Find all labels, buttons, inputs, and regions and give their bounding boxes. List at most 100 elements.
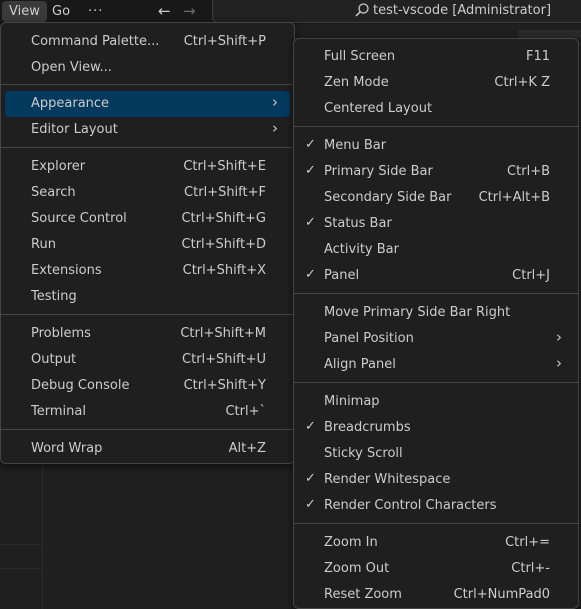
menu-item-label: Debug Console bbox=[31, 378, 130, 393]
keybinding-label: Ctrl+Shift+P bbox=[183, 34, 266, 49]
menu-item-zoom-in[interactable]: Zoom In Ctrl+= bbox=[298, 530, 574, 556]
menu-item-zen-mode[interactable]: Zen Mode Ctrl+K Z bbox=[298, 70, 574, 96]
menu-item-move-primary-side-bar-right[interactable]: Move Primary Side Bar Right bbox=[298, 300, 574, 326]
divider bbox=[0, 544, 42, 545]
menu-item-label: Output bbox=[31, 352, 77, 367]
menu-separator bbox=[1, 84, 294, 85]
menu-item-label: Render Control Characters bbox=[324, 498, 497, 513]
menu-item-panel[interactable]: ✓ Panel Ctrl+J bbox=[298, 263, 574, 289]
menu-item-align-panel[interactable]: Align Panel › bbox=[298, 352, 574, 378]
checkmark-icon: ✓ bbox=[305, 419, 316, 434]
menu-item-label: Status Bar bbox=[324, 216, 392, 231]
menu-item-render-control-characters[interactable]: ✓ Render Control Characters bbox=[298, 493, 574, 519]
menu-item-label: Minimap bbox=[324, 394, 380, 409]
menu-item-label: Problems bbox=[31, 326, 91, 341]
menu-item-label: Zoom In bbox=[324, 535, 378, 550]
menu-item-menu-bar[interactable]: ✓ Menu Bar bbox=[298, 133, 574, 159]
menu-separator bbox=[294, 382, 578, 383]
back-arrow-icon[interactable]: ← bbox=[158, 2, 171, 20]
menu-item-word-wrap[interactable]: Word Wrap Alt+Z bbox=[5, 436, 290, 462]
chevron-right-icon: › bbox=[272, 93, 278, 111]
divider bbox=[0, 568, 42, 569]
menu-item-label: Render Whitespace bbox=[324, 472, 451, 487]
keybinding-label: Ctrl+Shift+U bbox=[182, 352, 266, 367]
keybinding-label: Ctrl+- bbox=[511, 561, 550, 576]
menu-item-label: Search bbox=[31, 185, 76, 200]
menu-item-label: Activity Bar bbox=[324, 242, 399, 257]
menu-item-open-view[interactable]: Open View... bbox=[5, 55, 290, 81]
menu-item-run[interactable]: Run Ctrl+Shift+D bbox=[5, 232, 290, 258]
keybinding-label: Ctrl+Shift+E bbox=[183, 159, 266, 174]
menu-item-activity-bar[interactable]: Activity Bar bbox=[298, 237, 574, 263]
command-center-search[interactable]: test-vscode [Administrator] bbox=[212, 0, 581, 23]
menu-item-minimap[interactable]: Minimap bbox=[298, 389, 574, 415]
menu-item-label: Command Palette... bbox=[31, 34, 160, 49]
menu-item-label: Menu Bar bbox=[324, 138, 387, 153]
checkmark-icon: ✓ bbox=[305, 497, 316, 512]
keybinding-label: Alt+Z bbox=[228, 441, 266, 456]
keybinding-label: Ctrl+Shift+X bbox=[182, 263, 266, 278]
menu-item-primary-side-bar[interactable]: ✓ Primary Side Bar Ctrl+B bbox=[298, 159, 574, 185]
keybinding-label: Ctrl+Shift+G bbox=[181, 211, 266, 226]
checkmark-icon: ✓ bbox=[305, 137, 316, 152]
appearance-submenu: Full Screen F11 Zen Mode Ctrl+K Z Centered L… bbox=[293, 38, 579, 609]
sidebar-panel bbox=[0, 460, 43, 609]
keybinding-label: Ctrl+J bbox=[512, 268, 550, 283]
chevron-right-icon: › bbox=[556, 354, 562, 372]
menu-item-label: Appearance bbox=[31, 96, 110, 111]
more-menus-button[interactable]: ··· bbox=[81, 1, 110, 22]
menu-item-label: Extensions bbox=[31, 263, 102, 278]
menu-item-extensions[interactable]: Extensions Ctrl+Shift+X bbox=[5, 258, 290, 284]
menu-item-label: Panel bbox=[324, 268, 360, 283]
menu-item-status-bar[interactable]: ✓ Status Bar bbox=[298, 211, 574, 237]
menu-item-render-whitespace[interactable]: ✓ Render Whitespace bbox=[298, 467, 574, 493]
search-icon bbox=[354, 2, 370, 22]
menu-item-command-palette[interactable]: Command Palette... Ctrl+Shift+P bbox=[5, 29, 290, 55]
forward-arrow-icon[interactable]: → bbox=[183, 2, 196, 20]
menu-item-label: Full Screen bbox=[324, 49, 396, 64]
menu-item-explorer[interactable]: Explorer Ctrl+Shift+E bbox=[5, 154, 290, 180]
menu-separator bbox=[1, 147, 294, 148]
menu-item-label: Terminal bbox=[31, 404, 86, 419]
menu-item-zoom-out[interactable]: Zoom Out Ctrl+- bbox=[298, 556, 574, 582]
menubar-go[interactable]: Go bbox=[45, 1, 77, 22]
menu-item-testing[interactable]: Testing bbox=[5, 284, 290, 310]
title-bar: View Go ··· ← → test-vscode [Administrat… bbox=[0, 0, 581, 24]
menu-item-sticky-scroll[interactable]: Sticky Scroll bbox=[298, 441, 574, 467]
keybinding-label: Ctrl+B bbox=[507, 164, 550, 179]
menu-item-debug-console[interactable]: Debug Console Ctrl+Shift+Y bbox=[5, 373, 290, 399]
menu-separator bbox=[294, 523, 578, 524]
menu-item-label: Panel Position bbox=[324, 331, 414, 346]
menu-item-label: Zen Mode bbox=[324, 75, 389, 90]
editor-tab-strip bbox=[518, 30, 581, 38]
menu-item-source-control[interactable]: Source Control Ctrl+Shift+G bbox=[5, 206, 290, 232]
menu-item-label: Run bbox=[31, 237, 56, 252]
menu-item-search[interactable]: Search Ctrl+Shift+F bbox=[5, 180, 290, 206]
command-center-text: test-vscode [Administrator] bbox=[373, 3, 552, 18]
menu-separator bbox=[294, 293, 578, 294]
keybinding-label: Ctrl+Alt+B bbox=[478, 190, 550, 205]
chevron-right-icon: › bbox=[272, 119, 278, 137]
keybinding-label: Ctrl+Shift+M bbox=[180, 326, 266, 341]
menu-item-panel-position[interactable]: Panel Position › bbox=[298, 326, 574, 352]
menu-item-terminal[interactable]: Terminal Ctrl+` bbox=[5, 399, 290, 425]
menu-item-label: Zoom Out bbox=[324, 561, 390, 576]
menu-item-full-screen[interactable]: Full Screen F11 bbox=[298, 44, 574, 70]
keybinding-label: Ctrl+` bbox=[225, 404, 266, 419]
keybinding-label: Ctrl+NumPad0 bbox=[453, 587, 550, 602]
checkmark-icon: ✓ bbox=[305, 215, 316, 230]
menu-item-output[interactable]: Output Ctrl+Shift+U bbox=[5, 347, 290, 373]
menu-item-appearance[interactable]: Appearance › bbox=[5, 91, 290, 117]
menu-item-editor-layout[interactable]: Editor Layout › bbox=[5, 117, 290, 143]
menu-item-label: Move Primary Side Bar Right bbox=[324, 305, 511, 320]
menu-item-secondary-side-bar[interactable]: Secondary Side Bar Ctrl+Alt+B bbox=[298, 185, 574, 211]
menu-item-label: Centered Layout bbox=[324, 101, 433, 116]
menu-item-centered-layout[interactable]: Centered Layout bbox=[298, 96, 574, 122]
menubar-view[interactable]: View bbox=[2, 1, 47, 22]
menu-item-problems[interactable]: Problems Ctrl+Shift+M bbox=[5, 321, 290, 347]
checkmark-icon: ✓ bbox=[305, 267, 316, 282]
menu-item-label: Open View... bbox=[31, 60, 112, 75]
menu-item-label: Breadcrumbs bbox=[324, 420, 411, 435]
menu-item-breadcrumbs[interactable]: ✓ Breadcrumbs bbox=[298, 415, 574, 441]
menu-item-reset-zoom[interactable]: Reset Zoom Ctrl+NumPad0 bbox=[298, 582, 574, 608]
